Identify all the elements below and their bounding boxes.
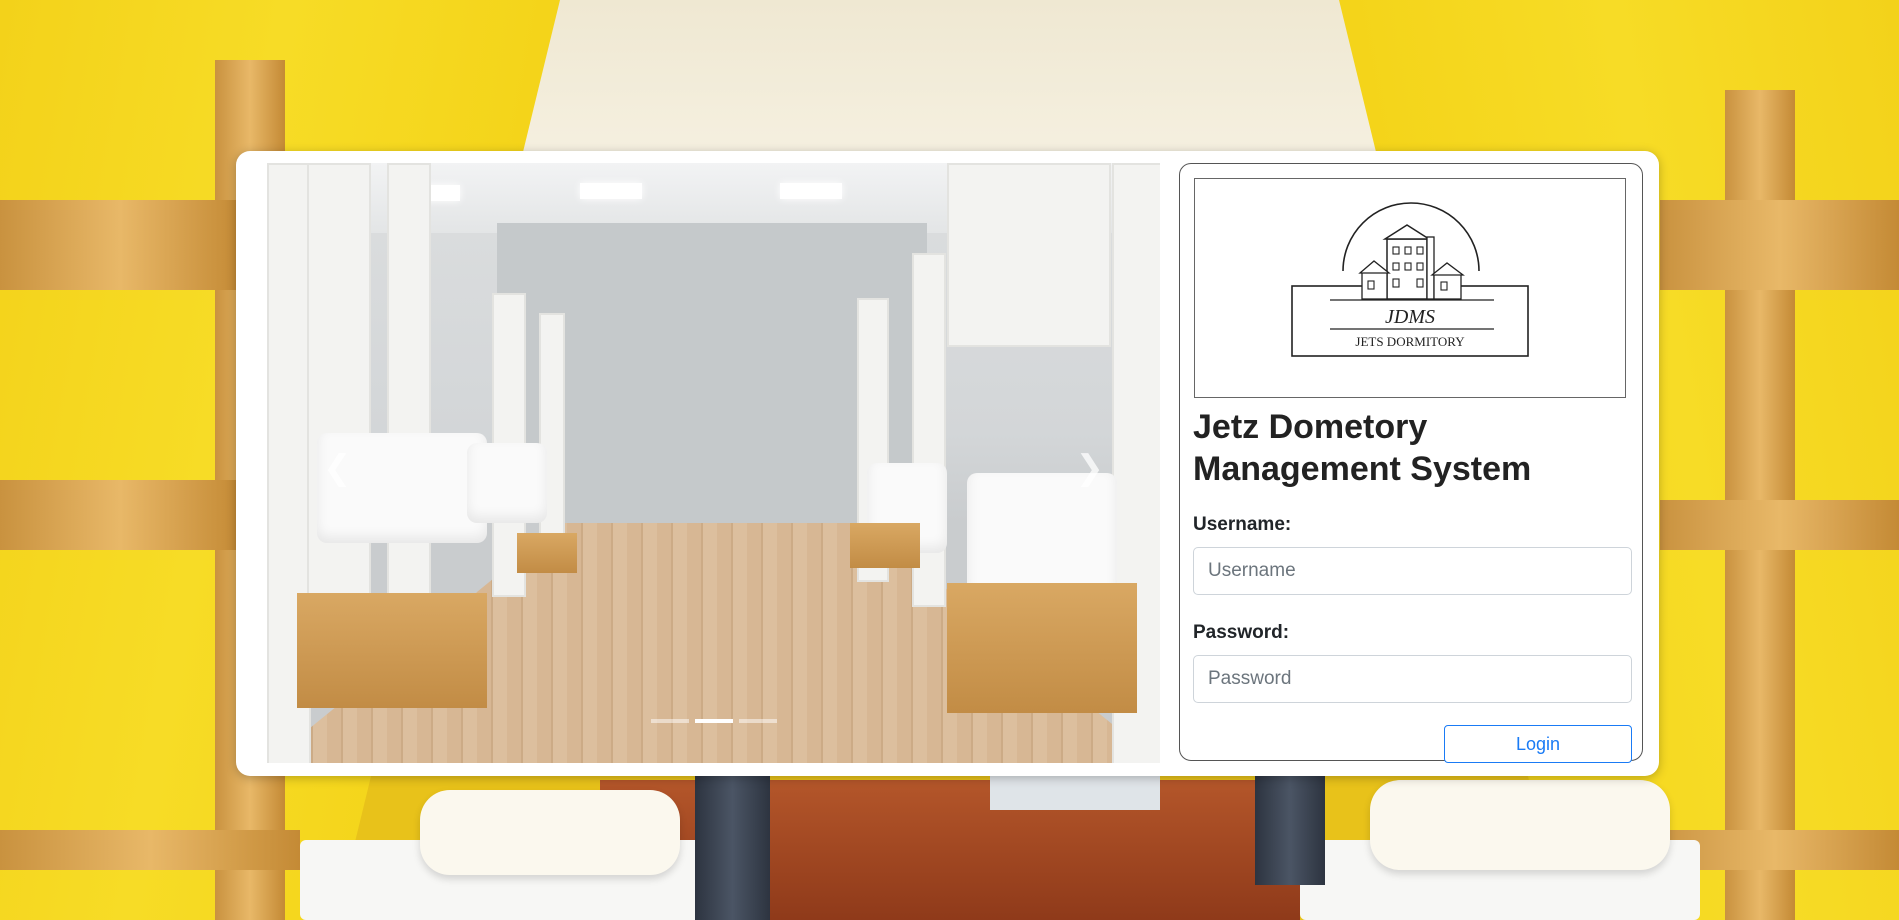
- image-carousel: ❮ ❯: [267, 163, 1160, 763]
- slide-ceiling-light: [780, 183, 842, 199]
- slide-bunk-post: [539, 313, 565, 567]
- background-beam: [1660, 200, 1899, 290]
- slide-drawer: [850, 523, 920, 568]
- login-button[interactable]: Login: [1444, 725, 1632, 763]
- password-input[interactable]: [1193, 655, 1632, 703]
- background-curtain: [695, 775, 770, 920]
- slide-bunk-rail: [947, 163, 1111, 347]
- background-pillow: [420, 790, 680, 875]
- carousel-indicator-1[interactable]: [650, 719, 689, 723]
- slide-drawer: [297, 593, 487, 708]
- slide-ceiling-light: [580, 183, 642, 199]
- logo-acronym: JDMS: [1385, 306, 1435, 328]
- background-beam: [0, 830, 300, 870]
- logo-name: JETS DORMITORY: [1355, 334, 1465, 349]
- login-card: ❮ ❯ JDMS JETS DORMITORY Jetz Dometory Ma…: [236, 151, 1659, 776]
- page-title: Jetz Dometory Management System: [1193, 408, 1532, 488]
- logo: JDMS JETS DORMITORY: [1194, 178, 1626, 398]
- password-label: Password:: [1193, 622, 1290, 643]
- slide-bunk-post: [307, 163, 371, 647]
- background-curtain: [1255, 775, 1325, 885]
- background-beam: [0, 480, 240, 550]
- background-pillow: [1370, 780, 1670, 870]
- slide-drawer: [947, 583, 1137, 713]
- background-beam: [1660, 500, 1899, 550]
- carousel-indicator-2[interactable]: [694, 719, 733, 723]
- chevron-left-icon[interactable]: ❮: [323, 448, 352, 488]
- chevron-right-icon[interactable]: ❯: [1076, 448, 1105, 488]
- slide-bedsheet: [467, 443, 547, 523]
- background-beam: [0, 200, 240, 290]
- slide-drawer: [517, 533, 577, 573]
- username-label: Username:: [1193, 514, 1292, 535]
- dormitory-logo-icon: JDMS JETS DORMITORY: [1291, 202, 1529, 357]
- login-form-panel: JDMS JETS DORMITORY Jetz Dometory Manage…: [1179, 163, 1643, 763]
- background-door: [990, 770, 1160, 810]
- username-input[interactable]: [1193, 547, 1632, 595]
- carousel-indicators: [267, 719, 1160, 723]
- carousel-indicator-3[interactable]: [738, 719, 777, 723]
